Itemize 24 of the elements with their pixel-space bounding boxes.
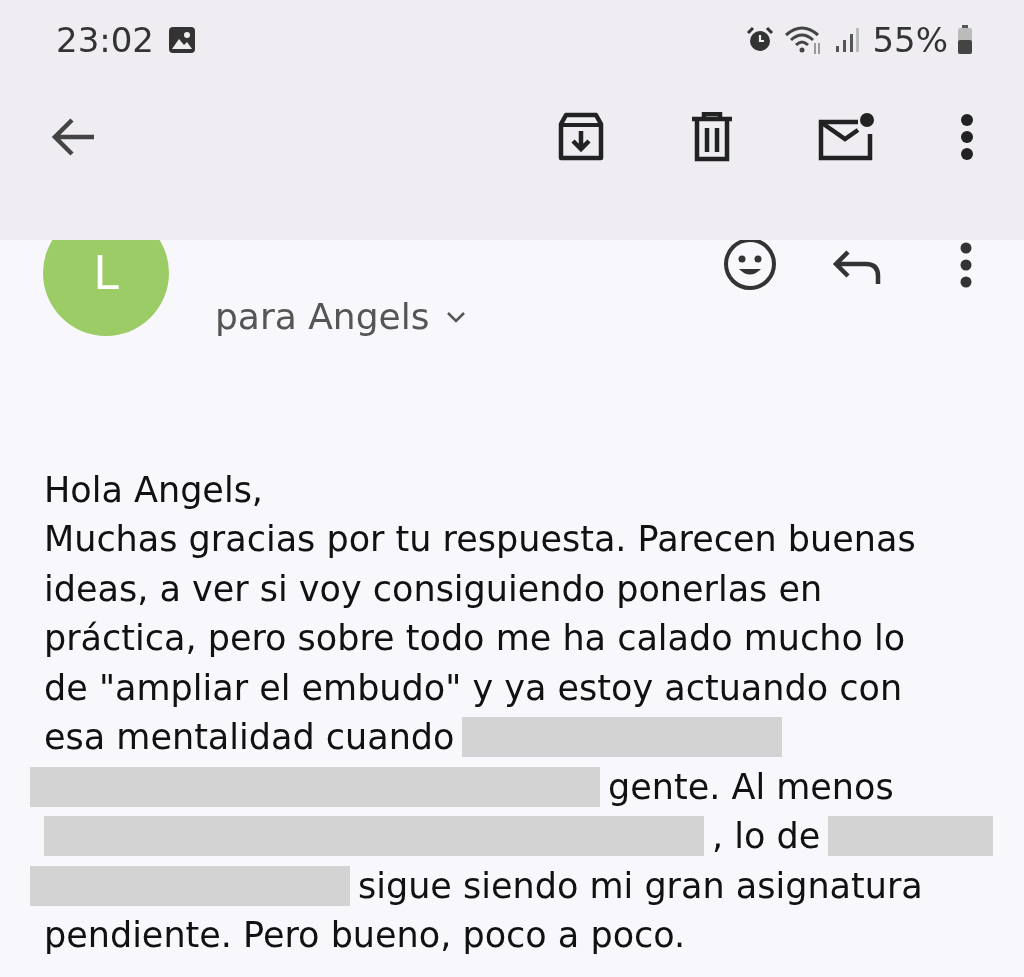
unread-mail-icon[interactable] bbox=[818, 112, 876, 162]
message-text: de "ampliar el embudo" y ya estoy actuando con bbox=[44, 667, 903, 708]
chevron-icon bbox=[445, 309, 468, 324]
message-text: , lo de bbox=[712, 816, 821, 857]
message-text: ideas, a ver si voy consiguiendo ponerlas en bbox=[44, 568, 823, 609]
message-text: Muchas gracias por tu respuesta. Parecen buenas bbox=[44, 519, 916, 560]
message-text: sigue siendo mi gran asignatura bbox=[358, 865, 923, 906]
message-text: esa mentalidad cuando bbox=[44, 717, 455, 758]
archive-icon[interactable] bbox=[556, 112, 606, 162]
clock-time: 23:02 bbox=[56, 20, 154, 60]
back-icon[interactable] bbox=[52, 117, 96, 157]
message-text: Hola Angels, bbox=[44, 469, 263, 510]
more-icon[interactable] bbox=[960, 242, 972, 288]
message-text: gente. Al menos bbox=[608, 766, 894, 807]
battery-icon bbox=[958, 25, 972, 55]
delete-icon[interactable] bbox=[690, 112, 734, 162]
battery-percent: 55% bbox=[872, 20, 948, 60]
message-text: pendiente. Pero bueno, poco a poco. bbox=[44, 915, 686, 956]
image-icon bbox=[168, 26, 196, 54]
message-text: práctica, pero sobre todo me ha calado mucho lo bbox=[44, 618, 906, 659]
signal-icon bbox=[834, 26, 861, 54]
recipients-toggle[interactable]: para Angels bbox=[215, 296, 468, 337]
alarm-icon bbox=[746, 26, 775, 54]
more-icon[interactable] bbox=[960, 113, 974, 161]
